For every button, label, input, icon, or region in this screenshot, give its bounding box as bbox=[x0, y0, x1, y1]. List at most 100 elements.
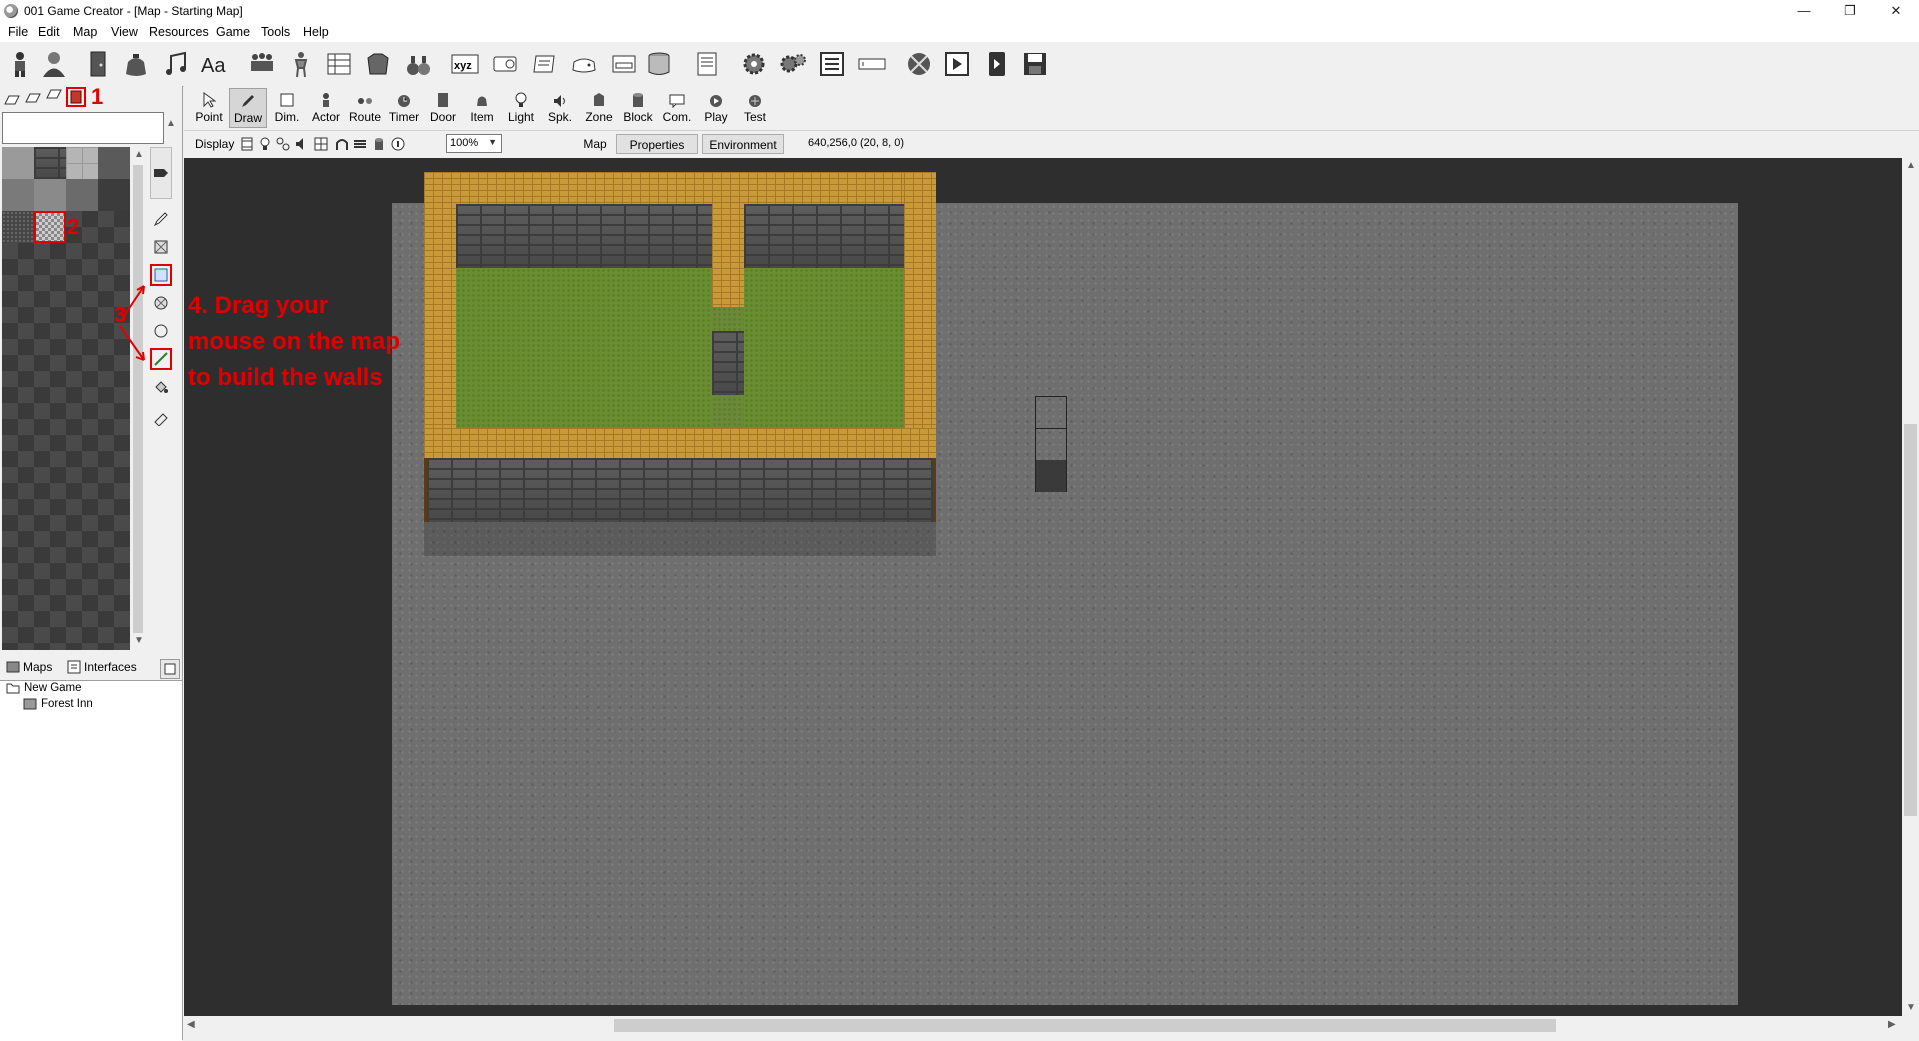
cylinder-icon[interactable] bbox=[371, 136, 387, 152]
layer-tab-2[interactable] bbox=[25, 90, 41, 104]
eraser-icon[interactable] bbox=[150, 407, 172, 429]
notes-icon[interactable] bbox=[691, 48, 723, 80]
tab-interfaces[interactable]: Interfaces bbox=[67, 660, 137, 674]
layers-icon[interactable] bbox=[352, 136, 368, 152]
gears-icon[interactable] bbox=[777, 48, 809, 80]
music-icon[interactable] bbox=[160, 48, 192, 80]
layer-tab-1[interactable] bbox=[4, 92, 20, 106]
tileset-scroll-arrow-icon[interactable]: ▲ bbox=[166, 118, 176, 129]
tool-play[interactable]: Play bbox=[697, 88, 735, 128]
interface-icon[interactable] bbox=[608, 48, 640, 80]
grid-icon[interactable] bbox=[313, 136, 329, 152]
group-icon[interactable] bbox=[246, 48, 278, 80]
tile-grid-stone[interactable] bbox=[66, 147, 98, 179]
tile-gray-3[interactable] bbox=[66, 179, 98, 211]
interfaces-icon bbox=[67, 660, 81, 674]
menu-resources[interactable]: Resources bbox=[149, 25, 209, 39]
potion-icon[interactable] bbox=[402, 48, 434, 80]
menu-game[interactable]: Game bbox=[216, 25, 250, 39]
bag-icon[interactable] bbox=[120, 48, 152, 80]
layer-tab-3[interactable] bbox=[46, 88, 62, 102]
paint-bucket-icon[interactable] bbox=[150, 376, 172, 398]
tab-maps[interactable]: Maps bbox=[6, 660, 52, 674]
menu-map[interactable]: Map bbox=[73, 25, 97, 39]
list-icon[interactable] bbox=[323, 48, 355, 80]
tool-item[interactable]: Item bbox=[463, 88, 501, 128]
tool-door[interactable]: Door bbox=[424, 88, 462, 128]
font-icon[interactable]: Aa bbox=[198, 48, 230, 80]
map-horizontal-scrollbar[interactable]: ◀ ▶ bbox=[184, 1016, 1902, 1034]
tool-comment[interactable]: Com. bbox=[658, 88, 696, 128]
new-map-button[interactable] bbox=[160, 659, 180, 679]
save-icon[interactable] bbox=[1019, 48, 1051, 80]
scroll-icon[interactable] bbox=[529, 48, 561, 80]
tool-draw[interactable]: Draw bbox=[229, 88, 267, 128]
info-icon[interactable] bbox=[390, 136, 406, 152]
video-icon[interactable] bbox=[941, 48, 973, 80]
tool-point[interactable]: Point bbox=[190, 88, 228, 128]
phone-icon[interactable] bbox=[981, 48, 1013, 80]
restore-button[interactable]: ❐ bbox=[1827, 0, 1873, 22]
tool-route[interactable]: Route bbox=[346, 88, 384, 128]
actor-icon[interactable] bbox=[4, 48, 36, 80]
arch-icon[interactable] bbox=[334, 136, 350, 152]
tool-actor[interactable]: Actor bbox=[307, 88, 345, 128]
person-icon[interactable] bbox=[285, 48, 317, 80]
tab-map[interactable]: Map bbox=[577, 134, 613, 154]
wall-layer-tab[interactable] bbox=[66, 87, 86, 107]
menu-edit[interactable]: Edit bbox=[38, 25, 60, 39]
minimize-button[interactable]: — bbox=[1781, 0, 1827, 22]
tab-properties[interactable]: Properties bbox=[616, 134, 698, 154]
tile-dark-pattern[interactable] bbox=[2, 211, 34, 243]
map-vertical-scrollbar[interactable]: ▲ ▼ bbox=[1902, 158, 1919, 1016]
player-icon[interactable] bbox=[38, 48, 70, 80]
textbox-icon[interactable] bbox=[856, 48, 888, 80]
xyz-icon[interactable]: xyz bbox=[449, 48, 481, 80]
map-canvas[interactable] bbox=[184, 158, 1902, 1016]
menu-file[interactable]: File bbox=[8, 25, 28, 39]
tile-brick-gray[interactable] bbox=[34, 147, 66, 179]
menu-tools[interactable]: Tools bbox=[261, 25, 290, 39]
tool-light[interactable]: Light bbox=[502, 88, 540, 128]
tool-block[interactable]: Block bbox=[619, 88, 657, 128]
gear-icon[interactable] bbox=[738, 48, 770, 80]
menu-view[interactable]: View bbox=[111, 25, 138, 39]
comment-icon bbox=[669, 94, 685, 108]
tree-root[interactable]: New Game bbox=[6, 682, 82, 694]
armor-icon[interactable] bbox=[362, 48, 394, 80]
tool-timer[interactable]: Timer bbox=[385, 88, 423, 128]
globe-icon[interactable] bbox=[903, 48, 935, 80]
menu-help[interactable]: Help bbox=[303, 25, 329, 39]
zoom-select[interactable]: 100% ▼ bbox=[446, 134, 502, 153]
gamepad-icon[interactable] bbox=[568, 48, 600, 80]
pencil-icon[interactable] bbox=[150, 208, 172, 230]
layer-slider[interactable] bbox=[150, 147, 172, 199]
tile-light-stone[interactable] bbox=[2, 147, 34, 179]
tileset-palette[interactable] bbox=[2, 147, 130, 650]
script-icon[interactable] bbox=[489, 48, 521, 80]
sound-display-icon[interactable] bbox=[294, 136, 310, 152]
tileset-selector[interactable] bbox=[2, 112, 164, 144]
tree-item-map[interactable]: Forest Inn bbox=[23, 698, 93, 710]
app-icon bbox=[4, 4, 18, 18]
bulb-icon[interactable] bbox=[257, 136, 273, 152]
close-button[interactable]: ✕ bbox=[1873, 0, 1919, 22]
tileset-scrollbar[interactable]: ▲ ▼ bbox=[131, 147, 145, 650]
tile-dark-stone[interactable] bbox=[98, 147, 130, 179]
tool-test[interactable]: Test bbox=[736, 88, 774, 128]
film-icon[interactable] bbox=[239, 136, 255, 152]
tile-gray-2[interactable] bbox=[34, 179, 66, 211]
door-icon[interactable] bbox=[82, 48, 114, 80]
tool-zone[interactable]: Zone bbox=[580, 88, 618, 128]
selected-wall-tile[interactable] bbox=[34, 211, 66, 243]
tool-speaker[interactable]: Spk. bbox=[541, 88, 579, 128]
route-display-icon[interactable] bbox=[275, 136, 291, 152]
wall-top bbox=[424, 172, 936, 204]
tile-dark[interactable] bbox=[98, 179, 130, 211]
tile-gray[interactable] bbox=[2, 179, 34, 211]
text-list-icon[interactable] bbox=[816, 48, 848, 80]
database-icon[interactable] bbox=[643, 48, 675, 80]
tab-environment[interactable]: Environment bbox=[702, 134, 784, 154]
tool-dim[interactable]: Dim. bbox=[268, 88, 306, 128]
fill-rect-icon[interactable] bbox=[150, 236, 172, 258]
